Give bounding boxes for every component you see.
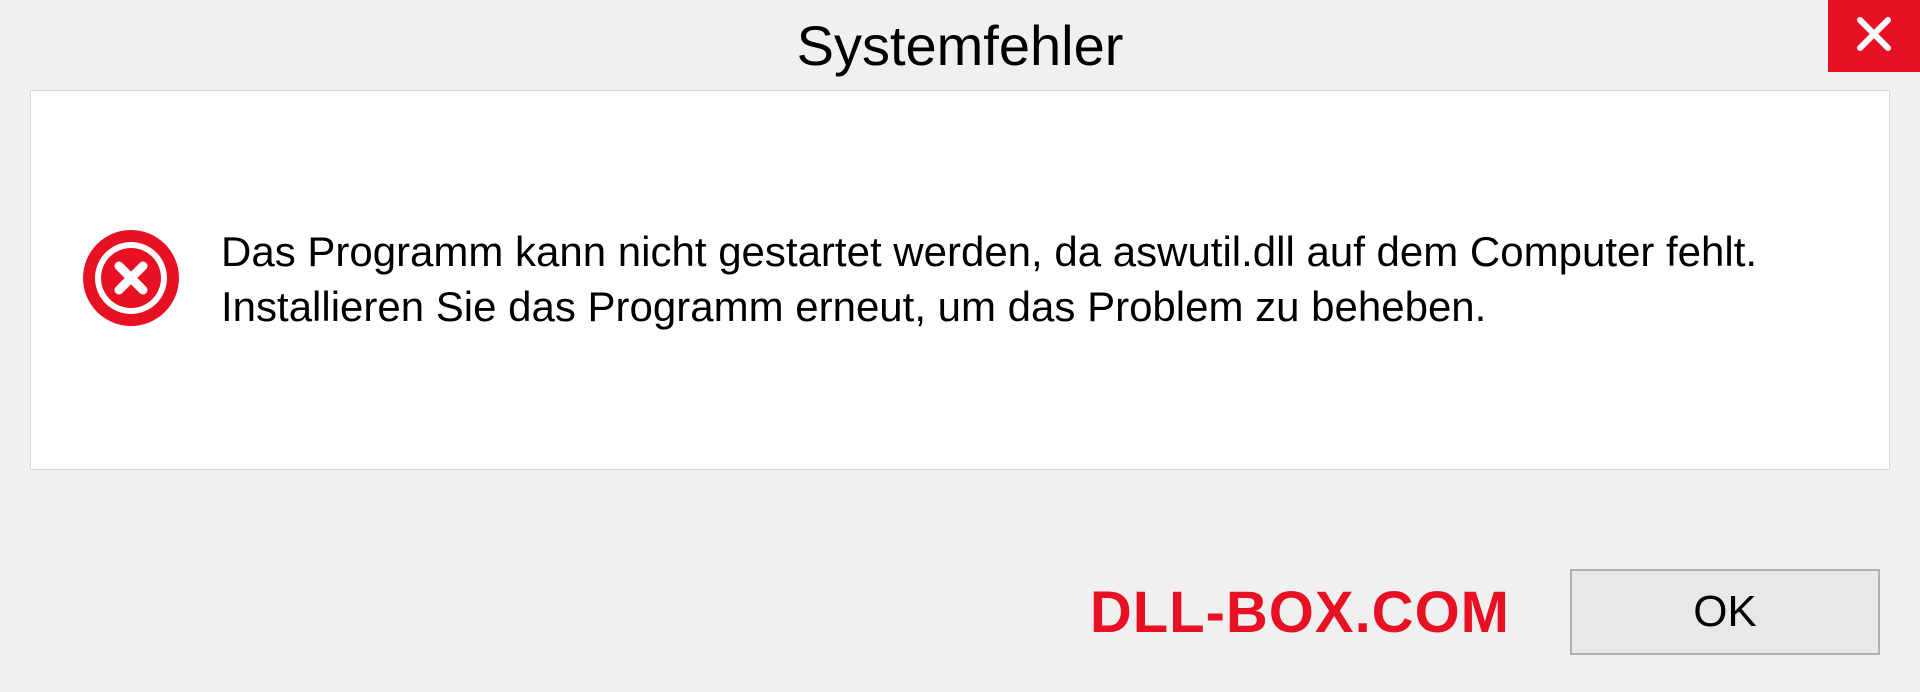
error-dialog: Systemfehler Das Programm kann nicht ges… <box>0 0 1920 692</box>
error-icon <box>81 228 181 333</box>
content-panel: Das Programm kann nicht gestartet werden… <box>30 90 1890 470</box>
titlebar: Systemfehler <box>0 0 1920 90</box>
watermark-text: DLL-BOX.COM <box>1090 579 1510 646</box>
dialog-title: Systemfehler <box>797 13 1124 78</box>
error-message: Das Programm kann nicht gestartet werden… <box>221 225 1839 334</box>
close-button[interactable] <box>1828 0 1920 72</box>
ok-button[interactable]: OK <box>1570 569 1880 655</box>
dialog-footer: DLL-BOX.COM OK <box>0 532 1920 692</box>
close-icon <box>1854 14 1894 59</box>
